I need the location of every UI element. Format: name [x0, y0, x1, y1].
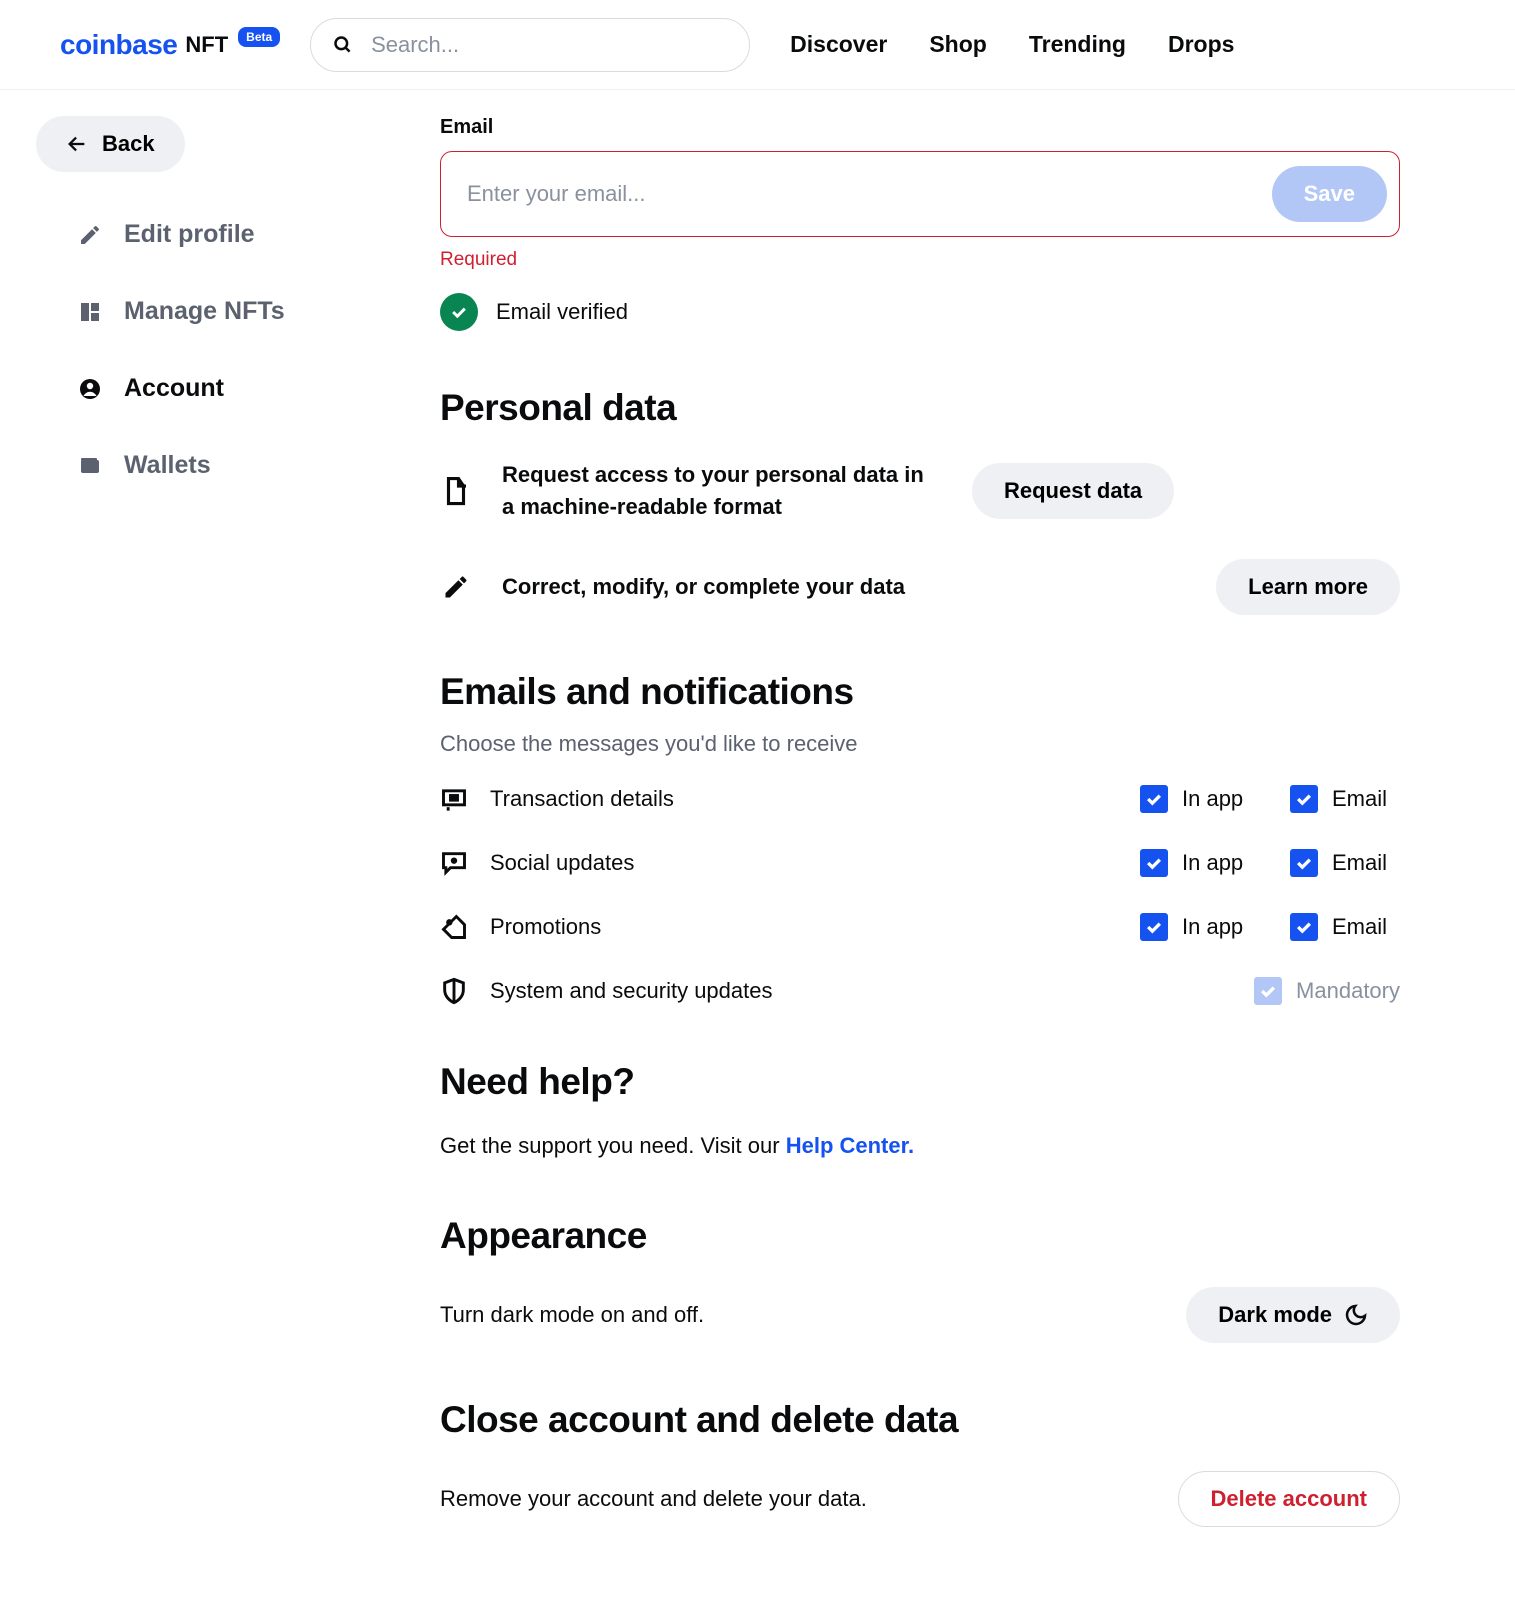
search-input[interactable]	[371, 32, 727, 58]
inapp-label: In app	[1182, 914, 1243, 940]
checkbox-mandatory	[1254, 977, 1282, 1005]
personal-data-heading: Personal data	[440, 387, 1400, 429]
email-check-group: Email	[1290, 785, 1400, 813]
correct-data-row: Correct, modify, or complete your data L…	[440, 559, 1400, 615]
save-button[interactable]: Save	[1272, 166, 1387, 222]
mandatory-label: Mandatory	[1296, 978, 1400, 1004]
notif-label: Promotions	[490, 914, 1140, 940]
logo-beta-badge: Beta	[238, 27, 280, 47]
sidebar-item-manage-nfts[interactable]: Manage NFTs	[78, 297, 440, 326]
checkbox-email[interactable]	[1290, 913, 1318, 941]
email-verified-row: Email verified	[440, 293, 1400, 331]
inapp-label: In app	[1182, 850, 1243, 876]
email-input-box: Save	[440, 151, 1400, 237]
help-text-row: Get the support you need. Visit our Help…	[440, 1133, 1400, 1159]
notifications-heading: Emails and notifications	[440, 671, 1400, 713]
email-check-label: Email	[1332, 786, 1387, 812]
notif-label: System and security updates	[490, 978, 1254, 1004]
logo[interactable]: coinbase NFT Beta	[60, 29, 280, 61]
appearance-row: Turn dark mode on and off. Dark mode	[440, 1287, 1400, 1343]
sidebar-item-label: Account	[124, 374, 224, 403]
email-check-label: Email	[1332, 850, 1387, 876]
notif-row-transaction: Transaction details In app Email	[440, 785, 1400, 813]
email-check-group: Email	[1290, 913, 1400, 941]
request-data-text: Request access to your personal data in …	[502, 459, 942, 523]
close-account-row: Remove your account and delete your data…	[440, 1471, 1400, 1527]
sidebar-item-label: Manage NFTs	[124, 297, 285, 326]
receipt-icon	[440, 785, 490, 813]
correct-data-text: Correct, modify, or complete your data	[502, 571, 1186, 603]
document-icon	[440, 476, 472, 506]
sidebar-item-edit-profile[interactable]: Edit profile	[78, 220, 440, 249]
back-label: Back	[102, 131, 155, 157]
appearance-heading: Appearance	[440, 1215, 1400, 1257]
nav-discover[interactable]: Discover	[790, 31, 887, 58]
check-circle-icon	[440, 293, 478, 331]
delete-account-button[interactable]: Delete account	[1178, 1471, 1401, 1527]
email-verified-text: Email verified	[496, 299, 628, 325]
nav-shop[interactable]: Shop	[929, 31, 987, 58]
email-input[interactable]	[467, 181, 1272, 207]
sidebar-item-label: Edit profile	[124, 220, 255, 249]
help-heading: Need help?	[440, 1061, 1400, 1103]
inapp-label: In app	[1182, 786, 1243, 812]
nav: Discover Shop Trending Drops	[790, 31, 1234, 58]
notif-label: Social updates	[490, 850, 1140, 876]
tag-icon	[440, 913, 490, 941]
help-text: Get the support you need. Visit our	[440, 1133, 786, 1158]
nav-drops[interactable]: Drops	[1168, 31, 1234, 58]
checkbox-email[interactable]	[1290, 849, 1318, 877]
shield-icon	[440, 977, 490, 1005]
wallet-icon	[78, 454, 102, 478]
close-account-text: Remove your account and delete your data…	[440, 1486, 867, 1512]
checkbox-inapp[interactable]	[1140, 913, 1168, 941]
nav-trending[interactable]: Trending	[1029, 31, 1126, 58]
logo-brand: coinbase	[60, 29, 177, 61]
checkbox-email[interactable]	[1290, 785, 1318, 813]
back-button[interactable]: Back	[36, 116, 185, 172]
header: coinbase NFT Beta Discover Shop Trending…	[0, 0, 1515, 90]
inapp-check-group: In app	[1140, 913, 1290, 941]
moon-icon	[1344, 1303, 1368, 1327]
appearance-text: Turn dark mode on and off.	[440, 1302, 704, 1328]
sidebar: Back Edit profile Manage NFTs Account Wa…	[0, 90, 440, 1607]
notif-row-system: System and security updates Mandatory	[440, 977, 1400, 1005]
sidebar-item-account[interactable]: Account	[78, 374, 440, 403]
inapp-check-group: In app	[1140, 849, 1290, 877]
edit-icon	[440, 573, 472, 601]
search-icon	[333, 34, 353, 56]
grid-icon	[78, 300, 102, 324]
request-data-row: Request access to your personal data in …	[440, 459, 1400, 523]
main-content: Email Save Required Email verified Perso…	[440, 90, 1460, 1607]
notif-label: Transaction details	[490, 786, 1140, 812]
learn-more-button[interactable]: Learn more	[1216, 559, 1400, 615]
mandatory-check-group: Mandatory	[1254, 977, 1400, 1005]
inapp-check-group: In app	[1140, 785, 1290, 813]
sidebar-item-wallets[interactable]: Wallets	[78, 451, 440, 480]
dark-mode-label: Dark mode	[1218, 1302, 1332, 1328]
logo-suffix: NFT	[185, 32, 228, 58]
request-data-button[interactable]: Request data	[972, 463, 1174, 519]
chat-icon	[440, 849, 490, 877]
notif-row-promotions: Promotions In app Email	[440, 913, 1400, 941]
pencil-icon	[78, 223, 102, 247]
checkbox-inapp[interactable]	[1140, 849, 1168, 877]
account-icon	[78, 377, 102, 401]
email-check-group: Email	[1290, 849, 1400, 877]
search-input-wrap[interactable]	[310, 18, 750, 72]
email-label: Email	[440, 116, 1400, 139]
email-check-label: Email	[1332, 914, 1387, 940]
notif-row-social: Social updates In app Email	[440, 849, 1400, 877]
email-error: Required	[440, 249, 1400, 271]
arrow-left-icon	[66, 133, 88, 155]
dark-mode-button[interactable]: Dark mode	[1186, 1287, 1400, 1343]
help-center-link[interactable]: Help Center.	[786, 1133, 914, 1158]
checkbox-inapp[interactable]	[1140, 785, 1168, 813]
close-account-heading: Close account and delete data	[440, 1399, 1400, 1441]
sidebar-item-label: Wallets	[124, 451, 211, 480]
notifications-sub: Choose the messages you'd like to receiv…	[440, 731, 1400, 757]
